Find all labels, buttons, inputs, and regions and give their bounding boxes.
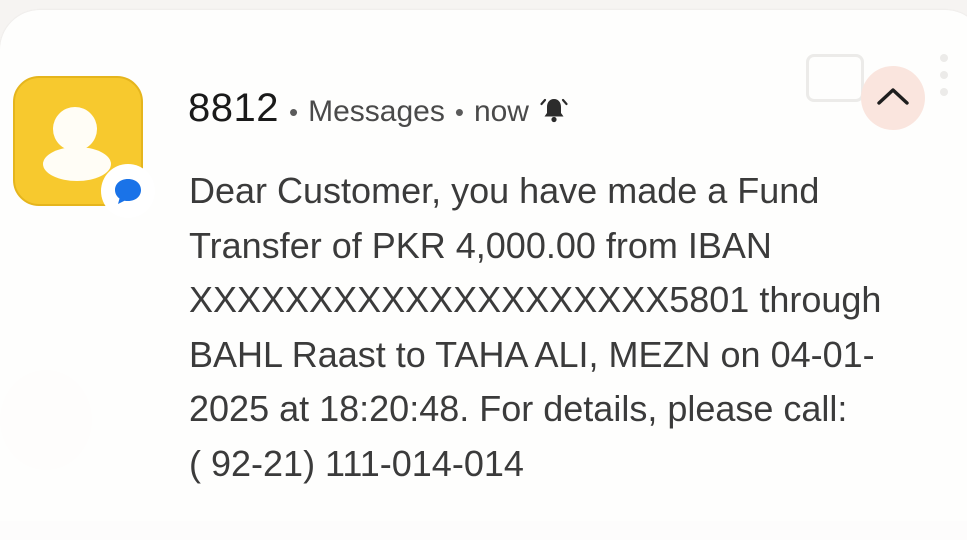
header-separator: • (288, 97, 299, 127)
sender-name: 8812 (188, 86, 279, 130)
notification-message: Dear Customer, you have made a Fund Tran… (189, 164, 949, 491)
message-line: ( 92-21) 111-014-014 (189, 442, 524, 484)
messages-chat-icon (101, 164, 155, 218)
chevron-up-icon (875, 85, 911, 112)
message-line: Transfer of PKR 4,000.00 from IBAN (189, 224, 772, 266)
header-separator: • (454, 97, 464, 127)
background-camera-icon (806, 54, 864, 102)
notification-card[interactable]: 8812 • Messages • now Dear Customer, you… (0, 10, 967, 540)
notification-header: 8812 • Messages • now (188, 86, 569, 134)
message-line: BAHL Raast to TAHA ALI, MEZN on 04-01- (189, 333, 875, 375)
collapse-button[interactable] (861, 66, 925, 130)
background-menu-icon (940, 54, 948, 104)
message-line: XXXXXXXXXXXXXXXXXXXX5801 through (189, 279, 882, 320)
person-avatar-icon (53, 107, 97, 151)
person-avatar-body (43, 147, 111, 181)
message-line: Dear Customer, you have made a Fund (189, 170, 820, 211)
bell-ring-icon (539, 95, 569, 125)
app-name: Messages (308, 95, 445, 128)
notification-time: now (473, 95, 529, 128)
message-line: 2025 at 18:20:48. For details, please ca… (189, 388, 848, 429)
